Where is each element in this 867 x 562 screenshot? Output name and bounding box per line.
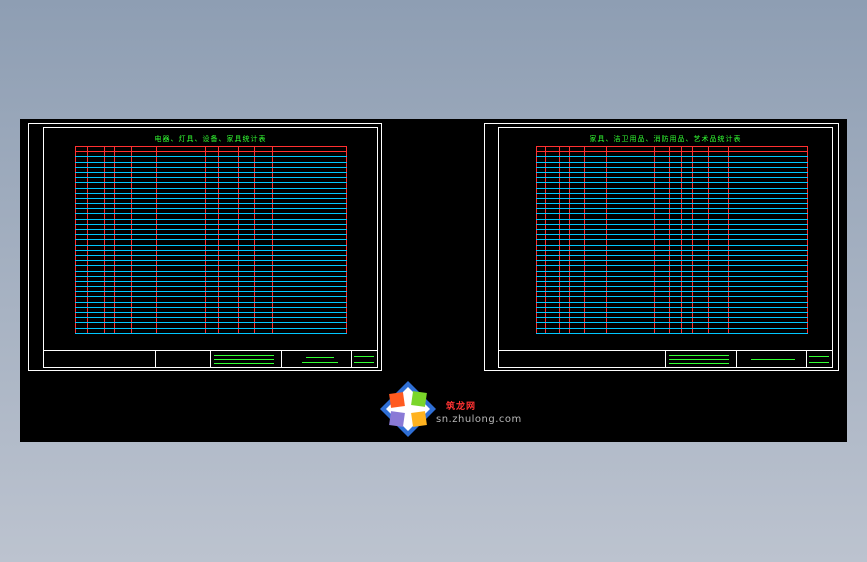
table-cell: [87, 328, 105, 334]
left-title-block: [44, 350, 377, 367]
table-cell: [205, 328, 219, 334]
left-schedule-table: [75, 146, 347, 334]
table-cell: [272, 328, 347, 334]
table-cell: [669, 328, 683, 334]
zhulong-logo-icon: [380, 381, 436, 437]
right-drawing-sheet: 家具、洁卫用品、消防用品、艺术品统计表: [484, 123, 839, 371]
table-cell: [545, 328, 560, 334]
table-row: [75, 328, 347, 334]
table-row: [536, 328, 809, 334]
table-cell: [104, 328, 116, 334]
table-cell: [536, 328, 546, 334]
table-cell: [75, 328, 89, 334]
table-cell: [131, 328, 158, 334]
table-cell: [584, 328, 607, 334]
table-cell: [218, 328, 239, 334]
table-cell: [728, 328, 809, 334]
right-schedule-table: [536, 146, 809, 334]
table-cell: [654, 328, 670, 334]
cad-app-window: { "drawing": { "left_sheet": { "title": …: [0, 0, 867, 562]
right-sheet-frame: 家具、洁卫用品、消防用品、艺术品统计表: [498, 127, 833, 368]
left-sheet-title: 电器、灯具、设备、家具统计表: [154, 135, 267, 143]
watermark-brand: 筑龙网: [446, 402, 477, 412]
table-cell: [569, 328, 585, 334]
right-sheet-title: 家具、洁卫用品、消防用品、艺术品统计表: [589, 135, 742, 143]
watermark-url: sn.zhulong.com: [436, 414, 522, 425]
right-title-block: [499, 350, 832, 367]
drawing-canvas[interactable]: 电器、灯具、设备、家具统计表 家具、洁卫用品、消防用品、艺术品统计表 筑龙网 s…: [20, 119, 847, 442]
table-cell: [606, 328, 656, 334]
table-cell: [708, 328, 729, 334]
table-cell: [238, 328, 256, 334]
table-cell: [254, 328, 274, 334]
table-cell: [156, 328, 207, 334]
table-cell: [692, 328, 709, 334]
left-sheet-frame: 电器、灯具、设备、家具统计表: [43, 127, 378, 368]
table-cell: [681, 328, 693, 334]
left-drawing-sheet: 电器、灯具、设备、家具统计表: [28, 123, 382, 371]
table-cell: [559, 328, 571, 334]
table-cell: [114, 328, 132, 334]
